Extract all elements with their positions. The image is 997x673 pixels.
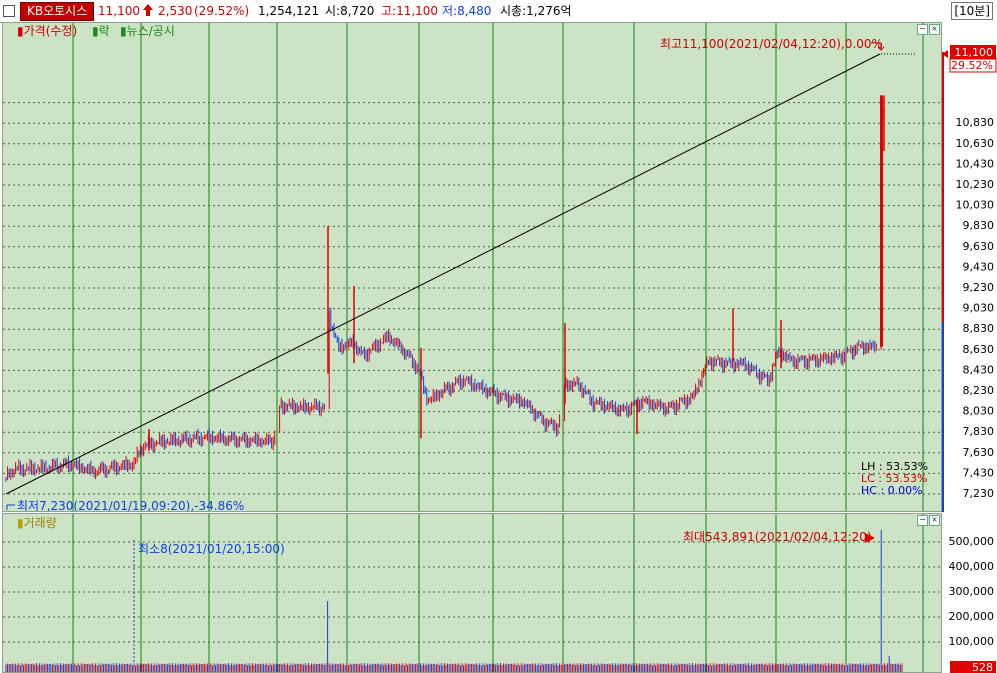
volume-chart-panel[interactable]: ▮거래량 최소8(2021/01/20,15:00) 최대543,891(202…: [2, 513, 942, 673]
price-axis-tick: 7,830: [963, 425, 995, 438]
close-icon[interactable]: ×: [929, 515, 940, 526]
price-axis-tick: 7,630: [963, 446, 995, 459]
price-axis-tick: 8,830: [963, 322, 995, 335]
price-change-pct: (29.52%): [194, 4, 250, 18]
price-axis: 11,100 29.52% 10,830 10,630 10,430 10,230 10…: [942, 22, 997, 512]
price-axis-tick: 8,030: [963, 405, 995, 418]
current-pct-label: 29.52%: [951, 59, 993, 72]
volume-axis-tick: 500,000: [949, 535, 995, 548]
current-price-label: 11,100: [955, 46, 994, 59]
volume-axis-tick: 100,000: [949, 635, 995, 648]
price-axis-tick: 9,630: [963, 240, 995, 253]
price-candles: [5, 95, 885, 482]
price-axis-tick: 7,230: [963, 487, 995, 500]
price-chart: ▮가격(수정) ▮락 ▮뉴스/공시 최고11,100(2021/02/04,12…: [3, 23, 941, 511]
price-axis-tick: 9,030: [963, 302, 995, 315]
high-price: 고:11,100: [381, 4, 439, 18]
price-axis-tick: 10,430: [956, 157, 995, 170]
price-axis-tick: 8,230: [963, 384, 995, 397]
legend-volume[interactable]: ▮거래량: [17, 516, 57, 530]
select-checkbox[interactable]: [3, 5, 15, 17]
price-axis-tick: 9,830: [963, 219, 995, 232]
price-axis-tick: 8,630: [963, 343, 995, 356]
low-annotation: 최저7,230(2021/01/19,09:20),-34.86%: [17, 499, 244, 511]
current-volume-label: 528: [972, 661, 993, 673]
price-axis-tick: 7,430: [963, 466, 995, 479]
stock-name-button[interactable]: KB오토시스: [20, 2, 95, 21]
stat-hc: HC : 0.00%: [861, 484, 923, 497]
quote-bar: KB오토시스 11,100 2,530 (29.52%) 1,254,121 시…: [0, 0, 997, 23]
interval-selector[interactable]: [10분]: [951, 2, 993, 20]
volume-axis-tick: 200,000: [949, 610, 995, 623]
market-cap: 시총:1,276억: [500, 4, 572, 18]
price-change: 2,530: [158, 4, 193, 18]
price-axis-tick: 9,430: [963, 260, 995, 273]
price-axis-tick: 9,230: [963, 281, 995, 294]
current-price: 11,100: [98, 4, 140, 18]
high-annotation: 최고11,100(2021/02/04,12:20),0.00%: [660, 37, 883, 51]
volume-chart: ▮거래량 최소8(2021/01/20,15:00) 최대543,891(202…: [3, 514, 941, 672]
price-candle: [880, 95, 883, 347]
legend-price[interactable]: ▮가격(수정): [17, 24, 77, 38]
open-price: 시:8,720: [325, 4, 375, 18]
volume-axis: 500,000 400,000 300,000 200,000 100,000 528: [942, 513, 997, 673]
legend-rights[interactable]: ▮락: [92, 24, 110, 38]
minimize-button[interactable]: −: [917, 515, 928, 526]
low-arrow-icon: [6, 504, 15, 510]
volume-axis-tick: 400,000: [949, 560, 995, 573]
minimize-button[interactable]: −: [917, 24, 928, 35]
price-axis-tick: 10,230: [956, 178, 995, 191]
price-axis-tick: 10,630: [956, 137, 995, 150]
max-annotation: 최대543,891(2021/02/04,12:20): [683, 530, 872, 544]
close-icon[interactable]: ×: [929, 24, 940, 35]
low-price: 저:8,480: [442, 4, 492, 18]
price-axis-tick: 8,430: [963, 363, 995, 376]
trend-line: [5, 53, 881, 495]
price-axis-tick: 10,030: [956, 199, 995, 212]
arrow-up-icon: [142, 3, 154, 21]
legend-news[interactable]: ▮뉴스/공시: [120, 24, 175, 38]
price-chart-panel[interactable]: ▮가격(수정) ▮락 ▮뉴스/공시 최고11,100(2021/02/04,12…: [2, 22, 942, 512]
min-annotation: 최소8(2021/01/20,15:00): [138, 542, 285, 556]
price-axis-tick: 10,830: [956, 116, 995, 129]
volume-axis-tick: 300,000: [949, 585, 995, 598]
volume-value: 1,254,121: [258, 4, 320, 18]
